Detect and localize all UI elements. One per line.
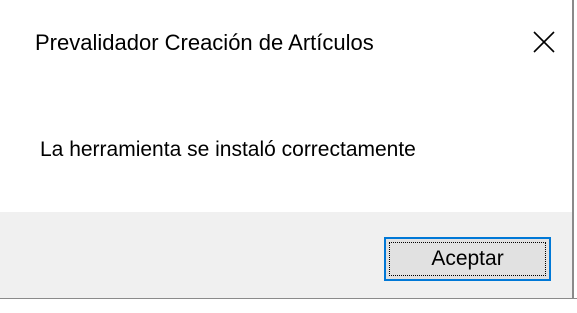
dialog-footer: Aceptar <box>0 212 572 298</box>
background-strip <box>0 298 577 313</box>
ok-button[interactable]: Aceptar <box>384 237 551 281</box>
message-dialog: Prevalidador Creación de Artículos La he… <box>0 0 574 298</box>
ok-button-label: Aceptar <box>431 247 504 270</box>
close-button[interactable] <box>520 18 568 66</box>
title-bar[interactable]: Prevalidador Creación de Artículos <box>0 0 572 88</box>
dialog-content: La herramienta se instaló correctamente <box>0 88 572 212</box>
close-icon <box>533 31 555 53</box>
dialog-message: La herramienta se instaló correctamente <box>40 138 416 161</box>
dialog-title: Prevalidador Creación de Artículos <box>35 30 374 55</box>
